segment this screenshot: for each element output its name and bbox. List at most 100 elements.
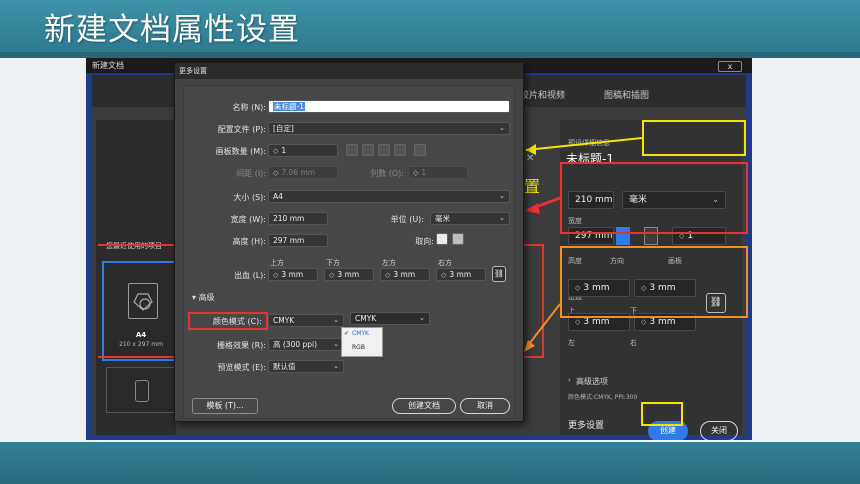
preview-label: 预览模式 (E): xyxy=(217,363,266,372)
bleed-top-input[interactable]: ◇ 3 mm xyxy=(268,268,318,281)
color-option-rgb[interactable]: RGB xyxy=(352,344,365,351)
stepper-icon[interactable]: ◇ xyxy=(273,147,278,155)
bleed-bottom-input[interactable]: ◇ 3 mm xyxy=(324,268,374,281)
chevron-right-icon: › xyxy=(568,376,571,384)
artboards-value: 1 xyxy=(281,146,287,155)
advanced-options-label[interactable]: 高级选项 xyxy=(576,376,608,387)
document-name[interactable]: 未标题-1 xyxy=(566,150,614,167)
color-option-cmyk[interactable]: CMYK xyxy=(352,330,369,337)
columns-input[interactable]: ◇ 1 xyxy=(408,166,468,179)
stepper-icon[interactable]: ◇ xyxy=(273,271,278,279)
new-document-screenshot: 新建文档 x 胶片和视频 图稿和插图 您最近使用的项目 A4 210 x 297… xyxy=(86,58,752,440)
width-label: 宽度 (W): xyxy=(230,215,266,224)
preset-size: 210 x 297 mm xyxy=(119,341,163,348)
portrait-icon[interactable] xyxy=(436,233,448,245)
arrange-row-icon[interactable] xyxy=(378,144,390,156)
close-x-icon[interactable]: ✕ xyxy=(526,153,534,164)
window-title: 新建文档 xyxy=(92,61,124,70)
template-button[interactable]: 模板 (T)... xyxy=(192,398,258,414)
recent-preset-card-2[interactable] xyxy=(106,367,176,413)
columns-label: 列数 (O): xyxy=(370,169,404,178)
preview-select[interactable]: 默认值 ⌄ xyxy=(268,360,344,373)
bleed-left-input[interactable]: ◇ 3 mm xyxy=(380,268,430,281)
grid-by-column-icon[interactable] xyxy=(362,144,374,156)
raster-value: 高 (300 ppi) xyxy=(273,340,318,349)
landscape-icon[interactable] xyxy=(644,227,658,245)
color-mode-dropdown[interactable]: CMYK ⌄ xyxy=(350,312,430,325)
artboard-count-input[interactable]: ◇ 1 xyxy=(672,227,726,245)
bleed-left-value: 3 mm xyxy=(393,270,416,279)
stepper-icon[interactable]: ◇ xyxy=(413,169,418,177)
stepper-icon[interactable]: ◇ xyxy=(273,169,278,177)
bleed-right-input[interactable]: ◇ 3 mm xyxy=(634,313,696,331)
raster-select[interactable]: 高 (300 ppi) ⌄ xyxy=(268,338,344,351)
close-icon[interactable]: x xyxy=(718,61,742,72)
orientation-label: 取向: xyxy=(415,237,434,246)
height-input[interactable]: 297 mm xyxy=(268,234,328,247)
color-mode-label: 颜色模式 (C): xyxy=(212,317,262,326)
height-input[interactable]: 297 mm xyxy=(568,227,614,245)
tab-art-illustration[interactable]: 图稿和插图 xyxy=(604,88,649,101)
spacing-input[interactable]: ◇ 7.06 mm xyxy=(268,166,338,179)
bleed-bottom-input[interactable]: ◇ 3 mm xyxy=(634,279,696,297)
width-input[interactable]: 210 mm xyxy=(568,191,614,209)
link-icon[interactable]: ⛓ xyxy=(492,266,506,282)
right-to-left-icon[interactable] xyxy=(414,144,426,156)
advanced-section-label[interactable]: ▾ 高级 xyxy=(192,292,215,303)
size-select[interactable]: A4 ⌄ xyxy=(268,190,510,203)
stepper-icon[interactable]: ◇ xyxy=(641,318,646,326)
stepper-icon[interactable]: ◇ xyxy=(385,271,390,279)
stepper-icon[interactable]: ◇ xyxy=(641,284,646,292)
cancel-button[interactable]: 取消 xyxy=(460,398,510,414)
preview-value: 默认值 xyxy=(273,362,296,371)
tab-film-video[interactable]: 胶片和视频 xyxy=(520,88,565,101)
stepper-icon[interactable]: ◇ xyxy=(575,318,580,326)
more-settings-link[interactable]: 更多设置 xyxy=(568,418,604,431)
height-label: 高度 (H): xyxy=(232,237,267,246)
color-mode-value-2: CMYK xyxy=(355,314,377,323)
preset-details-pane: 预设详细信息 宽度 高度 方向 画板 出血 上 下 左 右 高级选项 颜色模式:… xyxy=(560,120,742,435)
profile-select[interactable]: [自定] ⌄ xyxy=(268,122,510,135)
arrange-column-icon[interactable] xyxy=(394,144,406,156)
stepper-icon[interactable]: ◇ xyxy=(441,271,446,279)
recent-preset-card[interactable]: A4 210 x 297 mm xyxy=(102,261,180,361)
landscape-icon[interactable] xyxy=(452,233,464,245)
link-icon[interactable]: ⛓ xyxy=(706,293,726,313)
unit-value: 毫米 xyxy=(629,195,648,205)
unit-select[interactable]: 毫米 ⌄ xyxy=(622,191,726,209)
bleed-top-value: 3 mm xyxy=(583,283,610,293)
close-button[interactable]: 关闭 xyxy=(700,421,738,440)
artboards-label: 画板数量 (M): xyxy=(215,147,266,156)
bleed-top-label: 上方 xyxy=(270,259,284,267)
create-button[interactable]: 创建 xyxy=(648,421,688,440)
bleed-left-value: 3 mm xyxy=(583,317,610,327)
spacing-label: 间距 (I): xyxy=(236,169,266,178)
width-input[interactable]: 210 mm xyxy=(268,212,328,225)
spacing-value: 7.06 mm xyxy=(281,168,316,177)
columns-value: 1 xyxy=(421,168,427,177)
preset-details-label: 预设详细信息 xyxy=(568,139,610,147)
stepper-icon[interactable]: ◇ xyxy=(329,271,334,279)
more-settings-dialog: 更多设置 名称 (N): 未标题-1 配置文件 (P): [自定] ⌄ 画板数量 … xyxy=(174,62,524,422)
stepper-icon[interactable]: ◇ xyxy=(679,232,684,240)
portrait-icon[interactable] xyxy=(616,227,630,245)
bleed-right-value: 3 mm xyxy=(449,270,472,279)
bleed-top-input[interactable]: ◇ 3 mm xyxy=(568,279,630,297)
units-select[interactable]: 毫米 ⌄ xyxy=(430,212,510,225)
artboards-input[interactable]: ◇ 1 xyxy=(268,144,338,157)
orientation-label: 方向 xyxy=(610,257,624,265)
width-label: 宽度 xyxy=(568,217,582,225)
profile-label: 配置文件 (P): xyxy=(217,125,266,134)
bleed-right-input[interactable]: ◇ 3 mm xyxy=(436,268,486,281)
color-mode-value: CMYK xyxy=(273,316,295,325)
stepper-icon[interactable]: ◇ xyxy=(575,284,580,292)
bleed-right-value: 3 mm xyxy=(649,317,676,327)
color-mode-popup: ✔ CMYK RGB xyxy=(341,327,383,357)
name-input[interactable]: 未标题-1 xyxy=(268,100,510,113)
create-document-button[interactable]: 创建文档 xyxy=(392,398,456,414)
bleed-left-input[interactable]: ◇ 3 mm xyxy=(568,313,630,331)
grid-by-row-icon[interactable] xyxy=(346,144,358,156)
size-value: A4 xyxy=(273,192,283,201)
chevron-down-icon: ⌄ xyxy=(499,124,505,132)
color-mode-select[interactable]: CMYK ⌄ xyxy=(268,314,344,327)
